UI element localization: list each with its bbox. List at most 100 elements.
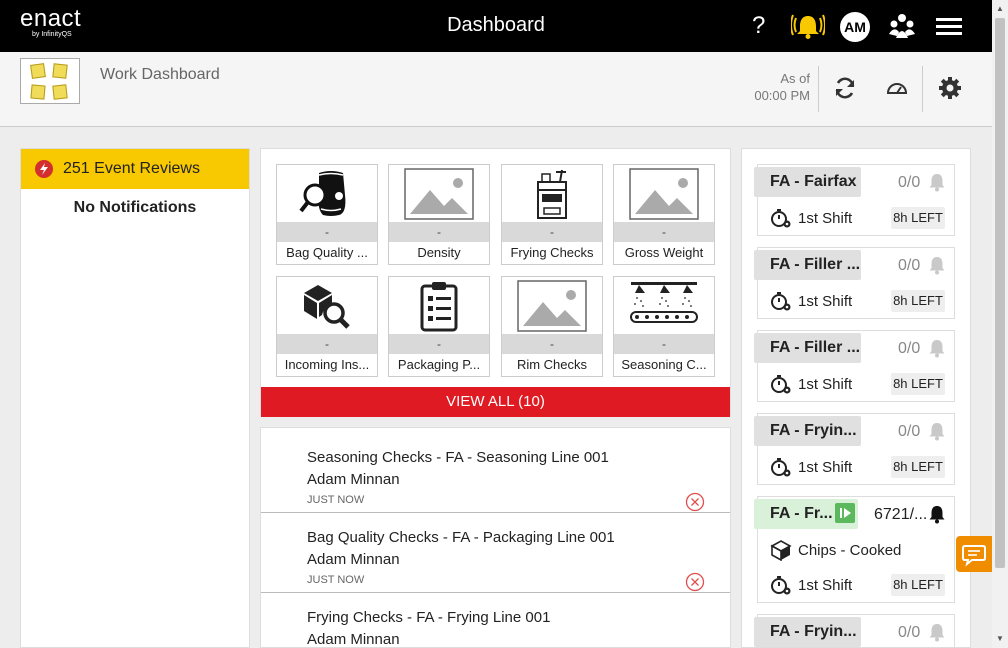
bag-magnifier-icon: [299, 170, 346, 216]
scroll-up-arrow-icon[interactable]: ▲: [996, 4, 1004, 13]
bell-icon[interactable]: [926, 337, 948, 359]
processes-panel: FA - Fairfax 0/0 1st Shift 8h LEFT FA - …: [741, 148, 971, 648]
bell-icon[interactable]: [926, 621, 948, 643]
as-of-label: As of: [780, 71, 810, 86]
activity-title: Frying Checks - FA - Frying Line 001: [307, 609, 551, 626]
tile-gross-weight[interactable]: - Gross Weight: [613, 164, 715, 265]
tile-label: Seasoning C...: [621, 357, 707, 372]
timer-gear-icon: [771, 375, 791, 394]
event-reviews-label: 251 Event Reviews: [63, 160, 200, 177]
tile-value: -: [502, 334, 602, 354]
product-label: Chips - Cooked: [798, 541, 902, 559]
notifications-panel: 251 Event Reviews No Notifications: [20, 148, 250, 648]
help-button[interactable]: ?: [752, 12, 765, 40]
tile-packaging[interactable]: - Packaging P...: [388, 276, 490, 377]
process-card[interactable]: FA - Fairfax 0/0 1st Shift 8h LEFT: [754, 164, 955, 236]
box-icon: [770, 540, 792, 561]
activity-user: Adam Minnan: [307, 551, 400, 568]
shift-row: 1st Shift: [770, 290, 852, 312]
hamburger-menu-icon[interactable]: [936, 18, 962, 36]
tile-bag-quality[interactable]: - Bag Quality ...: [276, 164, 378, 265]
tile-density[interactable]: - Density: [388, 164, 490, 265]
time-left-badge: 8h LEFT: [891, 456, 945, 478]
process-name: FA - Fryin...: [754, 617, 861, 647]
product-row: Chips - Cooked: [770, 539, 901, 561]
process-card[interactable]: FA - Fryin... 0/0: [754, 614, 955, 647]
time-left-badge: 8h LEFT: [891, 373, 945, 395]
bell-icon[interactable]: [926, 503, 948, 525]
list-item[interactable]: Bag Quality Checks - FA - Packaging Line…: [261, 513, 730, 593]
tile-label: Bag Quality ...: [286, 245, 368, 260]
dashboard-name: Work Dashboard: [100, 66, 220, 83]
dismiss-icon[interactable]: [685, 492, 705, 512]
process-name: FA - Fairfax: [754, 167, 861, 197]
process-count: 0/0: [898, 174, 921, 191]
gear-icon[interactable]: [938, 76, 962, 100]
dismiss-icon[interactable]: [685, 572, 705, 592]
tile-label: Incoming Ins...: [284, 357, 370, 372]
shift-row: 1st Shift: [770, 574, 852, 596]
running-status-icon: [835, 503, 855, 523]
tile-label: Frying Checks: [510, 245, 594, 260]
process-count: 0/0: [898, 423, 921, 440]
scroll-thumb[interactable]: [995, 18, 1005, 568]
view-all-button[interactable]: VIEW ALL (10): [261, 387, 730, 417]
image-placeholder-icon: [517, 279, 587, 332]
shift-row: 1st Shift: [770, 373, 852, 395]
fryer-icon: [537, 169, 567, 219]
top-bar: enact by InfinityQS Dashboard ? AM: [0, 0, 992, 52]
data-collections-panel: - Bag Quality ... - Density - Frying Che…: [260, 148, 731, 417]
no-notifications-text: No Notifications: [73, 199, 197, 216]
seasoning-conveyor-icon: [630, 281, 698, 323]
shift-row: 1st Shift: [770, 456, 852, 478]
dashboard-thumbnail[interactable]: [20, 58, 80, 104]
shift-row: 1st Shift: [770, 207, 852, 229]
refresh-icon[interactable]: [833, 76, 857, 100]
bell-icon[interactable]: [926, 420, 948, 442]
tile-seasoning[interactable]: - Seasoning C...: [613, 276, 715, 377]
alarm-bell-icon[interactable]: [791, 12, 825, 40]
process-card[interactable]: FA - Filler ... 0/0 1st Shift 8h LEFT: [754, 330, 955, 402]
tile-incoming-inspection[interactable]: - Incoming Ins...: [276, 276, 378, 377]
page-scrollbar[interactable]: ▲ ▼: [992, 0, 1008, 648]
tile-value: -: [614, 334, 714, 354]
dashboard-header: Work Dashboard As of 00:00 PM: [0, 52, 992, 127]
process-card[interactable]: FA - Filler ... 0/0 1st Shift 8h LEFT: [754, 247, 955, 319]
tile-frying-checks[interactable]: - Frying Checks: [501, 164, 603, 265]
divider: [818, 66, 819, 112]
event-reviews-banner[interactable]: 251 Event Reviews: [21, 149, 249, 189]
boxes-magnifier-icon: [304, 284, 350, 329]
timer-gear-icon: [771, 576, 791, 595]
activity-list: Seasoning Checks - FA - Seasoning Line 0…: [260, 427, 731, 648]
bell-icon[interactable]: [926, 171, 948, 193]
image-placeholder-icon: [629, 167, 699, 220]
activity-time: JUST NOW: [307, 574, 365, 586]
tile-label: Gross Weight: [624, 245, 704, 260]
chat-button[interactable]: [956, 536, 992, 572]
tile-label: Packaging P...: [397, 357, 481, 372]
scroll-down-arrow-icon[interactable]: ▼: [996, 634, 1004, 643]
bell-icon[interactable]: [926, 254, 948, 276]
tile-value: -: [389, 222, 489, 242]
activity-title: Bag Quality Checks - FA - Packaging Line…: [307, 529, 615, 546]
activity-time: JUST NOW: [307, 494, 365, 506]
tile-value: -: [389, 334, 489, 354]
sticky-note-icon: [52, 63, 68, 79]
timer-gear-icon: [771, 209, 791, 228]
list-item[interactable]: Frying Checks - FA - Frying Line 001 Ada…: [261, 593, 730, 647]
as-of-timestamp: As of 00:00 PM: [740, 70, 810, 104]
sticky-note-icon: [30, 63, 46, 79]
process-card[interactable]: FA - Fryin... 0/0 1st Shift 8h LEFT: [754, 413, 955, 485]
avatar[interactable]: AM: [840, 12, 870, 42]
tile-rim-checks[interactable]: - Rim Checks: [501, 276, 603, 377]
process-card-running[interactable]: FA - Fr... 6721/... Chips - Cooked 1st S…: [754, 496, 955, 603]
teams-icon[interactable]: [888, 12, 916, 40]
time-left-badge: 8h LEFT: [891, 290, 945, 312]
chat-bubble-icon: [962, 545, 986, 567]
gauge-icon[interactable]: [885, 76, 909, 100]
list-item[interactable]: Seasoning Checks - FA - Seasoning Line 0…: [261, 433, 730, 513]
process-count: 6721/...: [874, 506, 928, 523]
process-name: FA - Filler ...: [754, 250, 861, 280]
tile-value: -: [277, 222, 377, 242]
sticky-note-icon: [52, 84, 68, 100]
